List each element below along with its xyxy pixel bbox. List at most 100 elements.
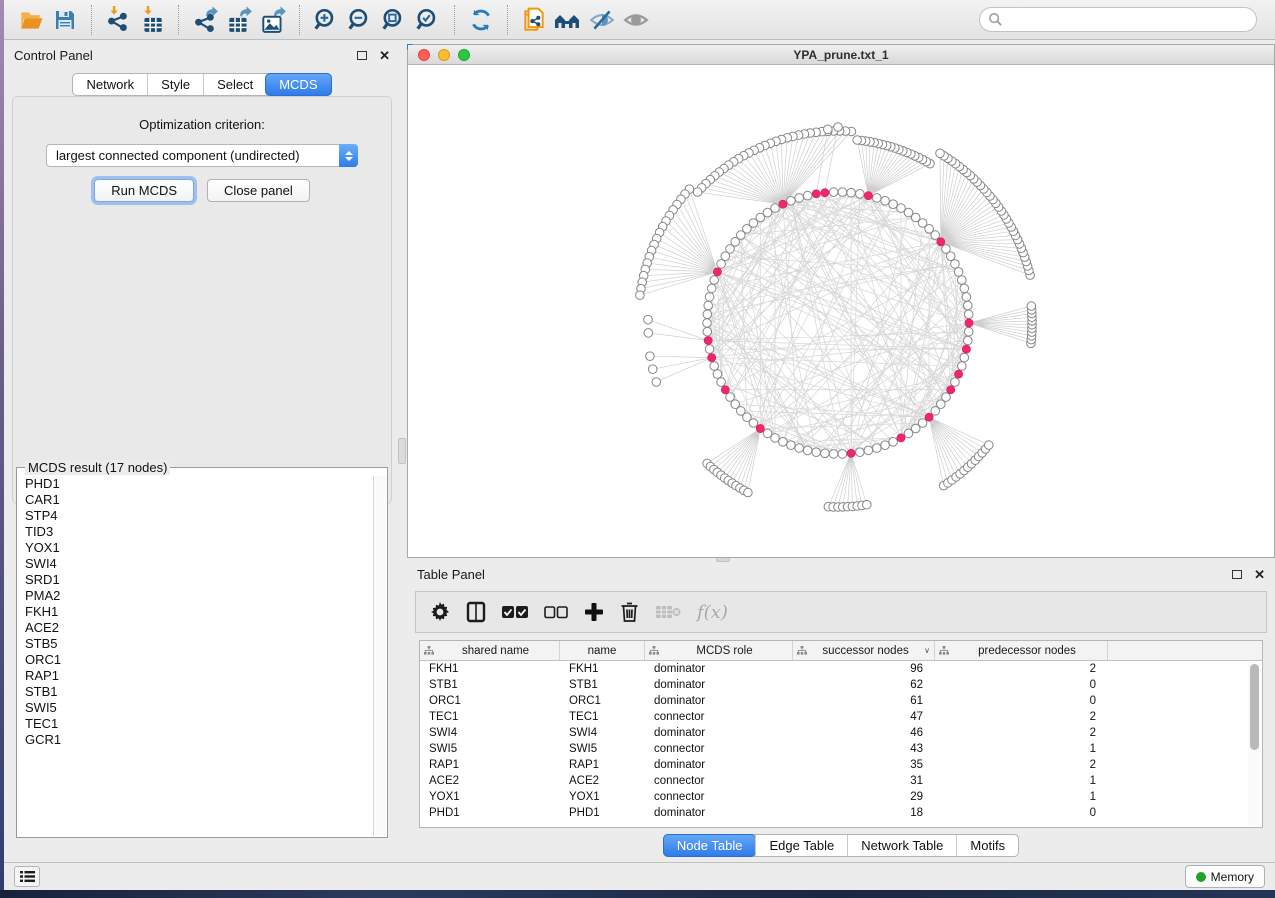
network-canvas[interactable] [408,65,1274,557]
mcds-node-item[interactable]: ORC1 [18,652,373,668]
mcds-node-item[interactable]: TID3 [18,524,373,540]
table-row[interactable]: TEC1TEC1connector472 [420,709,1262,725]
maximize-window-icon[interactable] [458,49,470,61]
first-neighbors-icon[interactable] [551,4,585,36]
mcds-node-item[interactable]: TEC1 [18,716,373,732]
add-icon[interactable] [584,597,604,627]
table-cell: dominator [645,693,793,709]
table-scrollbar[interactable] [1248,662,1261,826]
mcds-node-item[interactable]: STP4 [18,508,373,524]
table-cell: 61 [793,693,935,709]
mcds-node-item[interactable]: SWI4 [18,556,373,572]
search-box[interactable] [979,7,1257,32]
refresh-icon[interactable] [464,4,498,36]
table-scrollbar-thumb[interactable] [1250,664,1259,750]
table-row[interactable]: RAP1RAP1dominator352 [420,757,1262,773]
tab-select[interactable]: Select [203,74,266,95]
criterion-dropdown[interactable]: largest connected component (undirected) [46,144,358,167]
export-image-icon[interactable] [256,4,290,36]
mcds-list-scrollbar[interactable] [373,476,386,836]
tab-network-table[interactable]: Network Table [847,835,956,856]
zoom-selected-icon[interactable] [411,4,445,36]
column-header-MCDS-role[interactable]: MCDS role [645,641,793,660]
run-mcds-button[interactable]: Run MCDS [94,179,194,202]
vertical-splitter-grip[interactable] [398,438,406,464]
network-view-window: YPA_prune.txt_1 [407,44,1275,558]
export-table-icon[interactable] [222,4,256,36]
save-icon[interactable] [48,4,82,36]
tab-network[interactable]: Network [73,74,147,95]
zoom-fit-icon[interactable] [377,4,411,36]
mcds-result-list[interactable]: PHD1CAR1STP4TID3YOX1SWI4SRD1PMA2FKH1ACE2… [18,476,373,836]
minimize-window-icon[interactable] [438,49,450,61]
memory-button[interactable]: Memory [1185,865,1265,888]
import-network-icon[interactable] [101,4,135,36]
float-panel-icon[interactable] [357,51,367,60]
table-row[interactable]: FKH1FKH1dominator962 [420,661,1262,677]
network-from-file-icon[interactable] [517,4,551,36]
export-network-icon[interactable] [188,4,222,36]
mcds-tab-pane: Optimization criterion: largest connecte… [12,96,392,504]
gear-icon[interactable] [430,597,450,627]
close-panel-icon[interactable]: ✕ [379,49,390,62]
table-row[interactable]: SWI4SWI4dominator462 [420,725,1262,741]
table-cell: connector [645,773,793,789]
close-table-panel-icon[interactable]: ✕ [1254,568,1265,581]
float-table-panel-icon[interactable] [1232,570,1242,579]
tab-node-table[interactable]: Node Table [663,834,757,857]
zoom-in-icon[interactable] [309,4,343,36]
mcds-node-item[interactable]: FKH1 [18,604,373,620]
list-icon [20,870,35,883]
column-header-name[interactable]: name [560,641,645,660]
table-cell: connector [645,709,793,725]
column-header-successor-nodes[interactable]: successor nodes∨ [793,641,935,660]
table-cell: 31 [793,773,935,789]
table-cell: 18 [793,805,935,821]
table-row[interactable]: STB1STB1dominator620 [420,677,1262,693]
table-row[interactable]: YOX1YOX1connector291 [420,789,1262,805]
close-panel-button[interactable]: Close panel [207,179,310,202]
columns-icon[interactable] [466,597,486,627]
mcds-node-item[interactable]: ACE2 [18,620,373,636]
table-cell: FKH1 [420,661,560,677]
mcds-node-item[interactable]: SRD1 [18,572,373,588]
tab-style[interactable]: Style [147,74,203,95]
table-cell: SWI5 [560,741,645,757]
open-folder-icon[interactable] [14,4,48,36]
show-all-icon[interactable] [619,4,653,36]
tab-motifs[interactable]: Motifs [956,835,1018,856]
column-header-predecessor-nodes[interactable]: predecessor nodes [935,641,1108,660]
memory-label: Memory [1211,870,1254,884]
mcds-node-item[interactable]: PHD1 [18,476,373,492]
task-history-button[interactable] [14,866,40,887]
table-cell: 47 [793,709,935,725]
tab-edge-table[interactable]: Edge Table [755,835,847,856]
mcds-node-item[interactable]: CAR1 [18,492,373,508]
table-row[interactable]: SWI5SWI5connector431 [420,741,1262,757]
node-table[interactable]: shared namenameMCDS rolesuccessor nodes∨… [419,640,1263,828]
table-cell: RAP1 [560,757,645,773]
mcds-node-item[interactable]: STB5 [18,636,373,652]
delete-icon[interactable] [620,597,639,627]
zoom-out-icon[interactable] [343,4,377,36]
select-all-icon[interactable] [502,597,528,627]
import-table-icon[interactable] [135,4,169,36]
hide-selected-icon[interactable] [585,4,619,36]
table-row[interactable]: PHD1PHD1dominator180 [420,805,1262,821]
deselect-all-icon[interactable] [544,597,568,627]
close-window-icon[interactable] [418,49,430,61]
table-row[interactable]: ORC1ORC1dominator610 [420,693,1262,709]
table-header-row: shared namenameMCDS rolesuccessor nodes∨… [420,641,1262,661]
search-input[interactable] [1003,13,1248,27]
mcds-node-item[interactable]: RAP1 [18,668,373,684]
mcds-node-item[interactable]: STB1 [18,684,373,700]
column-header-shared-name[interactable]: shared name [420,641,560,660]
mcds-node-item[interactable]: YOX1 [18,540,373,556]
mcds-node-item[interactable]: SWI5 [18,700,373,716]
network-window-titlebar[interactable]: YPA_prune.txt_1 [408,45,1274,65]
tab-mcds[interactable]: MCDS [265,73,331,96]
table-row[interactable]: ACE2ACE2connector311 [420,773,1262,789]
table-panel-title: Table Panel [417,567,485,582]
mcds-node-item[interactable]: PMA2 [18,588,373,604]
mcds-node-item[interactable]: GCR1 [18,732,373,748]
